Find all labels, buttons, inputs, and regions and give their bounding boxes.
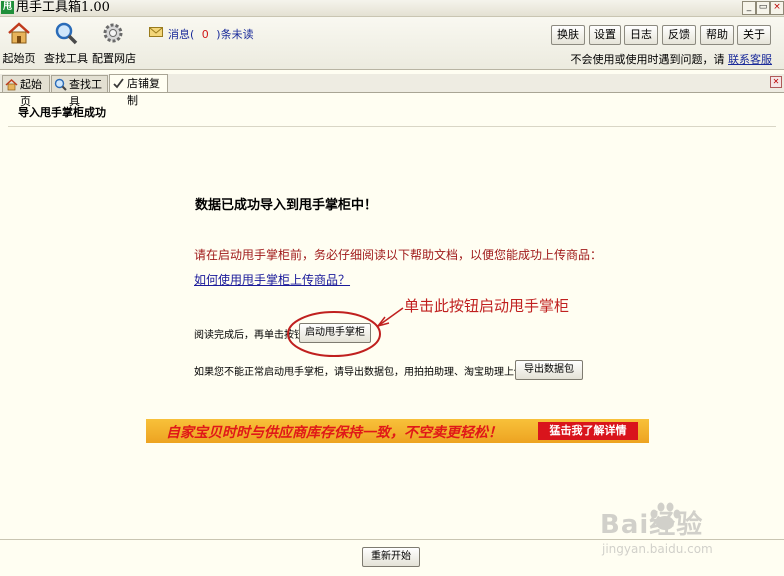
instruction-text: 请在启动甩手掌柜前，务必仔细阅读以下帮助文档，以便您能成功上传商品： — [194, 248, 603, 262]
title-bar — [0, 0, 784, 17]
about-button[interactable]: 关于 — [737, 25, 771, 45]
tab-home[interactable]: 起始页 — [2, 75, 50, 108]
watermark: Bai经验 jingyan.baidu.com — [600, 498, 760, 562]
feedback-button[interactable]: 反馈 — [662, 25, 696, 45]
support-line: 不会使用或使用时遇到问题，请 联系客服 — [571, 51, 773, 67]
tool-home-label: 起始页 — [2, 52, 36, 65]
tool-home-button[interactable]: 起始页 — [2, 17, 36, 69]
message-status[interactable]: 消息( 0 )条未读 — [168, 26, 254, 42]
message-prefix: 消息( — [168, 28, 195, 41]
tab-search-tools[interactable]: 查找工具 — [51, 75, 108, 108]
tool-config-button[interactable]: 配置网店 — [92, 17, 136, 69]
tool-search-button[interactable]: 查找工具 — [44, 17, 88, 69]
promo-banner[interactable]: 自家宝贝时时与供应商库存保持一致，不空卖更轻松！ 猛击我了解详情 — [146, 419, 649, 443]
maximize-button[interactable]: ▭ — [756, 1, 770, 15]
annotation-text: 单击此按钮启动甩手掌柜 — [404, 297, 570, 315]
help-button[interactable]: 帮助 — [700, 25, 734, 45]
banner-details-button[interactable]: 猛击我了解详情 — [538, 422, 638, 440]
message-suffix: )条未读 — [216, 28, 254, 41]
banner-text: 自家宝贝时时与供应商库存保持一致，不空卖更轻松！ — [166, 425, 502, 441]
tab-shop-copy[interactable]: 店铺复制 — [109, 74, 168, 107]
check-icon — [113, 78, 124, 89]
window-title: 甩手工具箱1.00 — [16, 0, 110, 15]
minimize-button[interactable]: _ — [742, 1, 756, 15]
divider — [8, 126, 776, 127]
tool-config-label: 配置网店 — [92, 52, 136, 65]
log-button[interactable]: 日志 — [624, 25, 658, 45]
help-doc-link[interactable]: 如何使用甩手掌柜上传商品？ — [194, 271, 350, 288]
home-icon — [5, 78, 18, 91]
skin-button[interactable]: 换肤 — [551, 25, 585, 45]
support-text: 不会使用或使用时遇到问题，请 — [570, 53, 725, 66]
watermark-text: Bai经验 — [600, 510, 704, 540]
mail-icon — [149, 27, 163, 37]
gear-icon — [103, 23, 123, 43]
search-icon — [54, 78, 67, 91]
search-icon — [55, 22, 78, 45]
unread-count: 0 — [201, 28, 209, 41]
success-headline: 数据已成功导入到甩手掌柜中！ — [195, 198, 378, 213]
close-button[interactable]: × — [770, 1, 784, 15]
section-title: 导入甩手掌柜成功 — [18, 106, 106, 119]
restart-button[interactable]: 重新开始 — [362, 547, 420, 567]
annotation-circle — [287, 307, 404, 357]
close-tab-icon[interactable]: ✕ — [770, 76, 782, 88]
alternative-text: 如果您不能正常启动甩手掌柜，请导出数据包，用拍拍助理、淘宝助理上传。 — [194, 367, 534, 378]
export-package-button[interactable]: 导出数据包 — [515, 360, 583, 380]
tool-search-label: 查找工具 — [44, 52, 88, 65]
home-icon — [8, 22, 30, 44]
settings-button[interactable]: 设置 — [589, 25, 621, 45]
app-icon: 甩 — [1, 1, 14, 14]
contact-support-link[interactable]: 联系客服 — [728, 53, 772, 66]
watermark-url: jingyan.baidu.com — [602, 542, 713, 556]
